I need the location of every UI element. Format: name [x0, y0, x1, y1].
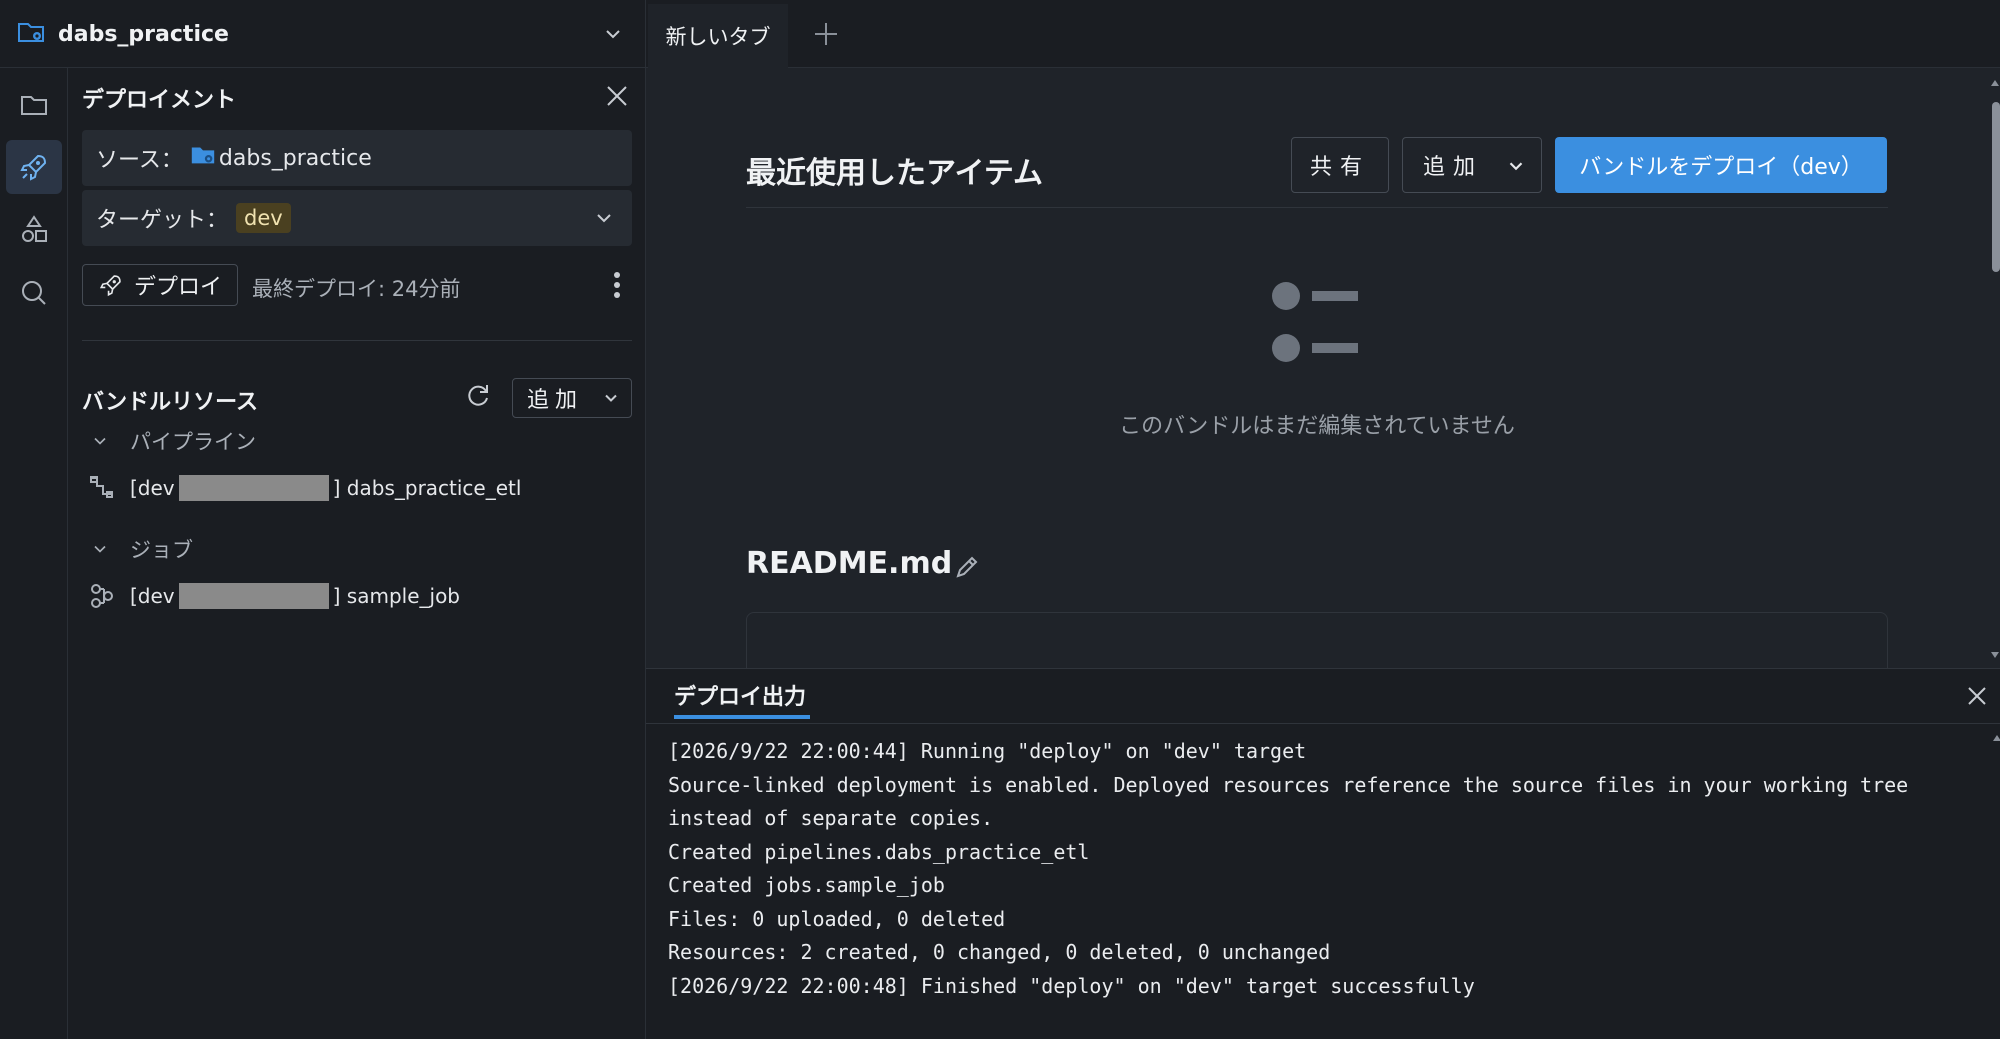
- activity-rail: [0, 68, 68, 1039]
- bundle-folder-icon: [16, 17, 46, 51]
- readme-title: README.md: [746, 546, 953, 581]
- output-divider: [646, 723, 2000, 724]
- chevron-down-icon: [1505, 155, 1527, 183]
- folder-icon: [21, 96, 47, 115]
- log-line: Created pipelines.dabs_practice_etl: [668, 839, 1090, 864]
- job-icon: [91, 584, 113, 608]
- deploy-button[interactable]: デプロイ: [82, 264, 238, 306]
- deploy-bundle-button[interactable]: バンドルをデプロイ（dev）: [1555, 137, 1887, 193]
- group-pipelines[interactable]: パイプライン: [90, 426, 256, 456]
- redacted-block: [178, 583, 329, 609]
- search-icon: [22, 281, 46, 305]
- add-tab-button[interactable]: [808, 16, 844, 52]
- main-content: 最近使用したアイテム 共有 追加 バンドルをデプロイ（dev） このバンドルはま…: [646, 68, 2000, 682]
- log-line: Created jobs.sample_job: [668, 873, 945, 897]
- active-tab-indicator: [674, 715, 810, 719]
- resource-prefix: [dev: [130, 584, 175, 608]
- chevron-down-icon: [592, 206, 616, 236]
- group-label: ジョブ: [130, 538, 193, 562]
- resource-name: ] dabs_practice_etl: [332, 476, 522, 500]
- bundle-folder-icon: [189, 141, 217, 175]
- close-icon: [1968, 687, 1986, 705]
- resource-name: ] sample_job: [332, 584, 461, 608]
- pencil-icon[interactable]: [952, 552, 982, 586]
- source-value: dabs_practice: [218, 145, 372, 171]
- last-deploy-status: 最終デプロイ: 24分前: [252, 277, 461, 301]
- app-window: dabs_practice 新しいタブ デプロイメント ソース： dabs_pr…: [0, 0, 2000, 1039]
- log-line: [2026/9/22 22:00:48] Finished "deploy" o…: [668, 973, 1475, 998]
- resource-prefix: [dev: [130, 476, 175, 500]
- top-bar: dabs_practice 新しいタブ: [0, 0, 2000, 68]
- rocket-icon: [99, 275, 121, 297]
- group-jobs[interactable]: ジョブ: [90, 534, 193, 564]
- target-badge: dev: [236, 203, 291, 233]
- page-title: 最近使用したアイテム: [746, 156, 1043, 191]
- close-icon: [607, 86, 627, 106]
- panel-close-button[interactable]: [599, 78, 635, 114]
- source-row: ソース： dabs_practice: [82, 130, 632, 186]
- log-line: Files: 0 uploaded, 0 deleted: [668, 906, 1006, 931]
- scrollbar-thumb[interactable]: [1992, 102, 2000, 272]
- share-button[interactable]: 共有: [1291, 137, 1389, 193]
- add-button[interactable]: 追加: [1402, 137, 1542, 193]
- list-item-pipeline[interactable]: [dev ] dabs_practice_etl: [88, 472, 521, 504]
- rocket-icon: [20, 154, 47, 181]
- rail-deploy-button[interactable]: [6, 140, 62, 194]
- add-button-label: 追加: [1423, 155, 1484, 180]
- add-resource-button[interactable]: 追加: [512, 378, 632, 418]
- target-label: ターゲット：: [96, 208, 229, 233]
- tab-new[interactable]: 新しいタブ: [648, 4, 788, 68]
- deployment-panel: デプロイメント ソース： dabs_practice ターゲット： dev デプ…: [68, 68, 646, 1039]
- output-close-button[interactable]: [1962, 681, 1992, 711]
- tab-deploy-output[interactable]: デプロイ出力: [674, 679, 806, 711]
- list-item-job[interactable]: [dev ] sample_job: [88, 580, 460, 612]
- chevron-down-icon[interactable]: [599, 20, 627, 52]
- chevron-down-icon: [94, 545, 106, 553]
- panel-title: デプロイメント: [82, 88, 237, 113]
- redacted-block: [178, 475, 329, 501]
- log-line: Resources: 2 created, 0 changed, 0 delet…: [668, 940, 1331, 964]
- deploy-output-panel: デプロイ出力 [2026/9/22 22:00:44] Running "dep…: [646, 668, 2000, 1039]
- list-icon: [1272, 274, 1362, 368]
- chevron-down-icon: [94, 437, 106, 445]
- log-line: [2026/9/22 22:00:44] Running "deploy" on…: [668, 739, 1307, 763]
- add-resource-label: 追加: [527, 388, 584, 413]
- log-line: Source-linked deployment is enabled. Dep…: [668, 772, 1909, 797]
- rail-explorer-button[interactable]: [6, 78, 62, 132]
- shapes-icon: [22, 215, 47, 242]
- deploy-button-label: デプロイ: [133, 275, 222, 300]
- more-options-icon[interactable]: [605, 268, 629, 302]
- tab-label: 新しいタブ: [665, 25, 771, 49]
- log-line: instead of separate copies.: [668, 806, 994, 830]
- source-label: ソース：: [96, 148, 183, 173]
- rail-resources-button[interactable]: [6, 202, 62, 256]
- chevron-down-icon: [601, 388, 621, 414]
- plus-icon: [815, 23, 837, 45]
- bundle-resources-title: バンドルリソース: [82, 390, 259, 415]
- title-divider: [746, 207, 1888, 208]
- target-selector[interactable]: ターゲット： dev: [82, 190, 632, 246]
- project-selector[interactable]: dabs_practice: [0, 0, 646, 68]
- output-scrollbar[interactable]: [1992, 729, 2000, 1029]
- pipeline-icon: [90, 476, 113, 498]
- panel-divider: [82, 340, 632, 341]
- empty-state-text: このバンドルはまだ編集されていません: [1119, 414, 1515, 439]
- output-log: [2026/9/22 22:00:44] Running "deploy" on…: [668, 735, 1968, 1003]
- group-label: パイプライン: [130, 430, 256, 454]
- refresh-icon[interactable]: [462, 380, 494, 412]
- project-name: dabs_practice: [58, 21, 229, 47]
- rail-search-button[interactable]: [6, 266, 62, 320]
